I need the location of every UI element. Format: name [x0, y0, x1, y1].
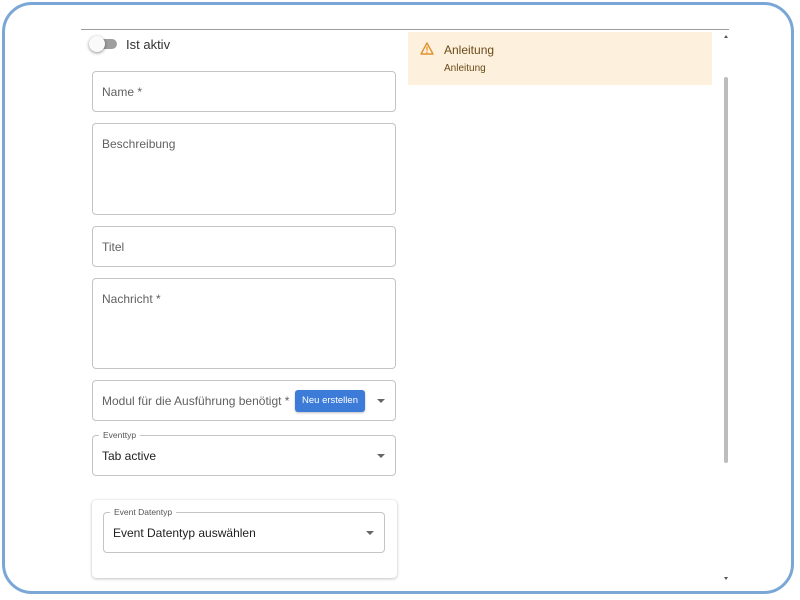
title-field-label: Titel [102, 240, 125, 254]
name-field-label: Name * [102, 85, 143, 99]
event-datatype-select[interactable]: Event Datentyp Event Datentyp auswählen [103, 507, 385, 553]
event-type-value: Tab active [102, 449, 157, 463]
instructions-alert: Anleitung Anleitung [408, 32, 712, 85]
module-select-label: Modul für die Ausführung benötigt * [102, 394, 290, 408]
chevron-down-icon[interactable] [377, 399, 385, 403]
event-datatype-value: Event Datentyp auswählen [113, 526, 256, 540]
scroll-thumb[interactable] [724, 77, 728, 463]
event-type-legend: Eventtyp [99, 430, 141, 441]
form-panel: Ist aktiv Name * Beschreibung Titel Nach… [81, 30, 723, 585]
active-toggle[interactable] [89, 36, 117, 52]
active-toggle-row[interactable]: Ist aktiv [89, 36, 170, 52]
scroll-up-arrow-icon[interactable] [724, 35, 728, 38]
toggle-thumb[interactable] [89, 36, 105, 52]
alert-title: Anleitung [444, 43, 495, 57]
screenshot-frame: Ist aktiv Name * Beschreibung Titel Nach… [2, 2, 794, 594]
scroll-down-arrow-icon[interactable] [724, 577, 728, 580]
alert-text: Anleitung [444, 63, 486, 74]
message-field[interactable]: Nachricht * [92, 278, 396, 369]
description-field-label: Beschreibung [102, 137, 176, 151]
module-select[interactable]: Modul für die Ausführung benötigt * Neu … [92, 380, 396, 421]
message-field-label: Nachricht * [102, 292, 161, 306]
vertical-scrollbar[interactable] [723, 30, 730, 583]
description-field[interactable]: Beschreibung [92, 123, 396, 215]
warning-icon [420, 42, 434, 55]
new-module-button[interactable]: Neu erstellen [295, 390, 365, 412]
title-field[interactable]: Titel [92, 226, 396, 267]
name-field[interactable]: Name * [92, 71, 396, 112]
event-datatype-card: Event Datentyp Event Datentyp auswählen [92, 500, 397, 578]
chevron-down-icon[interactable] [377, 454, 385, 458]
event-type-select[interactable]: Eventtyp Tab active [92, 430, 396, 476]
active-toggle-label: Ist aktiv [126, 36, 171, 52]
chevron-down-icon[interactable] [366, 531, 374, 535]
event-datatype-legend: Event Datentyp [110, 507, 177, 518]
